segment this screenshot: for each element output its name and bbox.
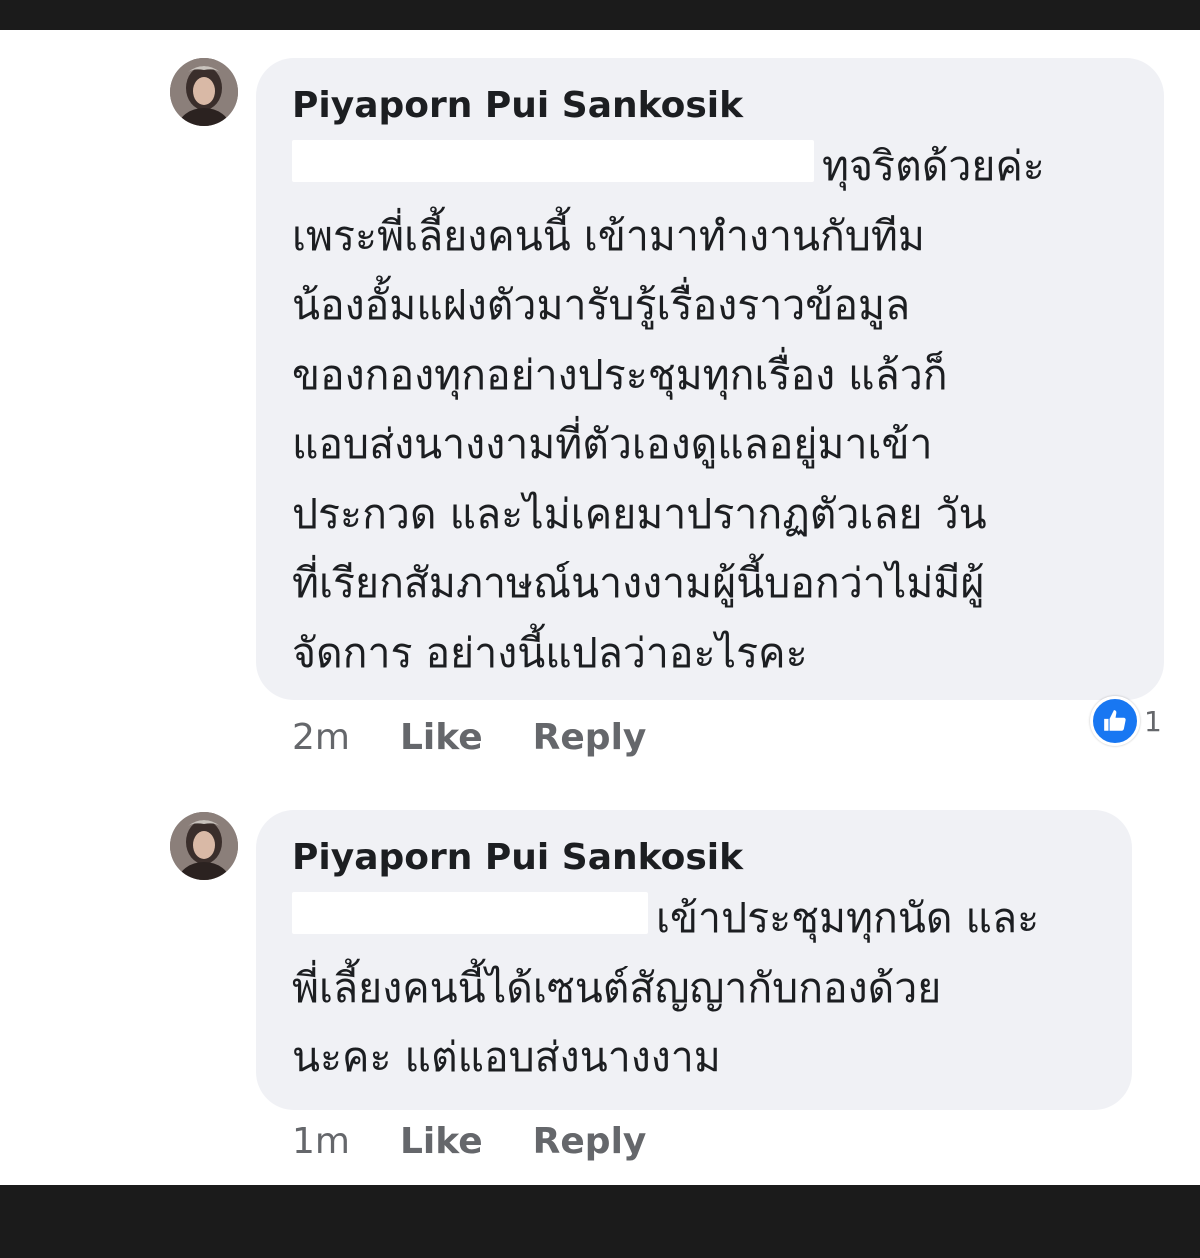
comment-author[interactable]: Piyaporn Pui Sankosik — [292, 836, 1096, 880]
comment-timestamp[interactable]: 2m — [292, 717, 350, 758]
comment-text: ทุจริตด้วยค่ะ เพระพี่เลี้ยงคนนี้ เข้ามาท… — [292, 132, 1128, 688]
comment-line: จัดการ อย่างนี้แปลว่าอะไรคะ — [292, 628, 808, 677]
comment-line: ที่เรียกสัมภาษณ์นางงามผู้นี้บอกว่าไม่มีผ… — [292, 559, 985, 607]
profile-photo-icon — [170, 812, 238, 880]
comment-author[interactable]: Piyaporn Pui Sankosik — [292, 84, 1128, 128]
reply-button[interactable]: Reply — [533, 717, 647, 758]
comment-line: เพระพี่เลี้ยงคนนี้ เข้ามาทำงานกับทีม — [292, 211, 925, 260]
comment-line: พี่เลี้ยงคนนี้ได้เซนต์สัญญากับกองด้วย — [292, 963, 942, 1012]
like-button[interactable]: Like — [400, 1121, 483, 1162]
comment-actions: 2m Like Reply — [292, 712, 696, 762]
comment-line: ประกวด และไม่เคยมาปรากฏตัวเลย วัน — [292, 489, 987, 538]
thumbs-up-icon — [1090, 696, 1140, 746]
redacted-mention — [292, 140, 814, 182]
reaction-summary[interactable]: 1 — [1090, 696, 1162, 746]
reply-button[interactable]: Reply — [533, 1121, 647, 1162]
profile-photo-icon — [170, 58, 238, 126]
comment-line: ของกองทุกอย่างประชุมทุกเรื่อง แล้วก็ — [292, 350, 948, 399]
redacted-mention — [292, 892, 648, 934]
comment-line: เข้าประชุมทุกนัด และ — [292, 884, 1096, 954]
comment-bubble: Piyaporn Pui Sankosik ทุจริตด้วยค่ะ เพระ… — [256, 58, 1164, 700]
comment-text: เข้าประชุมทุกนัด และ พี่เลี้ยงคนนี้ได้เซ… — [292, 884, 1096, 1093]
comment-line: น้องอั้มแฝงตัวมารับรู้เรื่องราวข้อมูล — [292, 281, 911, 329]
comment-line-text: เข้าประชุมทุกนัด และ — [656, 894, 1040, 942]
avatar[interactable] — [170, 58, 238, 126]
comment-line: แอบส่งนางงามที่ตัวเองดูแลอยู่มาเข้า — [292, 420, 933, 468]
comment-actions: 1m Like Reply — [292, 1116, 696, 1166]
avatar[interactable] — [170, 812, 238, 880]
reaction-count: 1 — [1144, 704, 1162, 738]
comment-bubble: Piyaporn Pui Sankosik เข้าประชุมทุกนัด แ… — [256, 810, 1132, 1110]
screenshot-page: Piyaporn Pui Sankosik ทุจริตด้วยค่ะ เพระ… — [0, 0, 1200, 1258]
bottom-frame-bar — [0, 1185, 1200, 1258]
comment-line: ทุจริตด้วยค่ะ — [292, 132, 1128, 202]
comment-line: นะคะ แต่แอบส่งนางงาม — [292, 1033, 721, 1081]
top-frame-bar — [0, 0, 1200, 30]
like-button[interactable]: Like — [400, 717, 483, 758]
comment-timestamp[interactable]: 1m — [292, 1121, 350, 1162]
comment-line-text: ทุจริตด้วยค่ะ — [822, 142, 1045, 190]
